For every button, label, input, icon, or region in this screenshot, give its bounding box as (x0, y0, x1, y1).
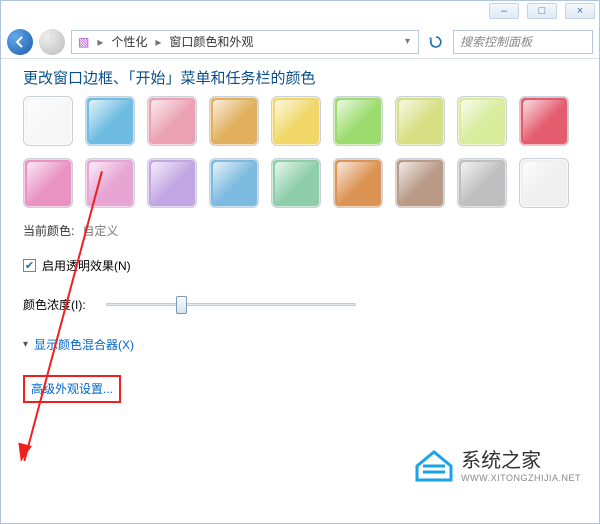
breadcrumb-icon: ▧ (78, 35, 89, 49)
color-swatch[interactable] (85, 158, 135, 208)
navigation-bar: ▧ ▸ 个性化 ▸ 窗口颜色和外观 ▾ 搜索控制面板 (1, 25, 599, 59)
color-swatch[interactable] (147, 158, 197, 208)
color-swatch[interactable] (457, 158, 507, 208)
address-dropdown-icon[interactable]: ▾ (403, 36, 412, 47)
color-swatch[interactable] (271, 158, 321, 208)
color-swatch[interactable] (333, 158, 383, 208)
color-swatch[interactable] (23, 158, 73, 208)
color-swatch[interactable] (271, 96, 321, 146)
forward-button[interactable] (39, 29, 65, 55)
show-color-mixer-link[interactable]: 显示颜色混合器(X) (34, 336, 134, 353)
house-icon (413, 446, 455, 482)
color-swatch[interactable] (519, 158, 569, 208)
slider-thumb[interactable] (176, 296, 187, 314)
color-swatch[interactable] (209, 158, 259, 208)
color-swatch[interactable] (23, 96, 73, 146)
color-swatch[interactable] (395, 158, 445, 208)
watermark-title: 系统之家 (461, 450, 541, 472)
chevron-down-icon[interactable]: ▾ (23, 339, 28, 350)
refresh-button[interactable] (425, 31, 447, 53)
back-button[interactable] (7, 29, 33, 55)
color-swatch[interactable] (85, 96, 135, 146)
intensity-slider[interactable] (106, 294, 356, 314)
maximize-button[interactable]: □ (527, 3, 557, 19)
breadcrumb-node-2[interactable]: 窗口颜色和外观 (169, 33, 253, 50)
color-swatch[interactable] (395, 96, 445, 146)
breadcrumb-sep2: ▸ (151, 35, 165, 49)
current-color-value: 自定义 (82, 222, 118, 239)
minimize-button[interactable]: – (489, 3, 519, 19)
watermark: 系统之家 WWW.XITONGZHIJIA.NET (413, 444, 581, 483)
watermark-subtitle: WWW.XITONGZHIJIA.NET (461, 473, 581, 483)
breadcrumb-address[interactable]: ▧ ▸ 个性化 ▸ 窗口颜色和外观 ▾ (71, 30, 419, 54)
annotation-arrow-head (14, 443, 32, 464)
current-color-label: 当前颜色: (23, 222, 74, 239)
search-placeholder: 搜索控制面板 (460, 33, 532, 50)
search-input[interactable]: 搜索控制面板 (453, 30, 593, 54)
page-title: 更改窗口边框、「开始」菜单和任务栏的颜色 (23, 67, 585, 88)
color-swatch-grid (23, 96, 583, 208)
intensity-label: 颜色浓度(I): (23, 296, 86, 313)
breadcrumb-sep1: ▸ (93, 35, 107, 49)
color-swatch[interactable] (333, 96, 383, 146)
advanced-appearance-link[interactable]: 高级外观设置... (31, 382, 113, 396)
close-button[interactable]: × (565, 3, 595, 19)
color-swatch[interactable] (519, 96, 569, 146)
color-swatch[interactable] (147, 96, 197, 146)
slider-track (106, 303, 356, 306)
annotation-highlight-box: 高级外观设置... (23, 375, 121, 403)
transparency-checkbox-label: 启用透明效果(N) (42, 257, 131, 274)
transparency-checkbox[interactable]: ✔ (23, 259, 36, 272)
breadcrumb-node-1[interactable]: 个性化 (111, 33, 147, 50)
color-swatch[interactable] (209, 96, 259, 146)
color-swatch[interactable] (457, 96, 507, 146)
